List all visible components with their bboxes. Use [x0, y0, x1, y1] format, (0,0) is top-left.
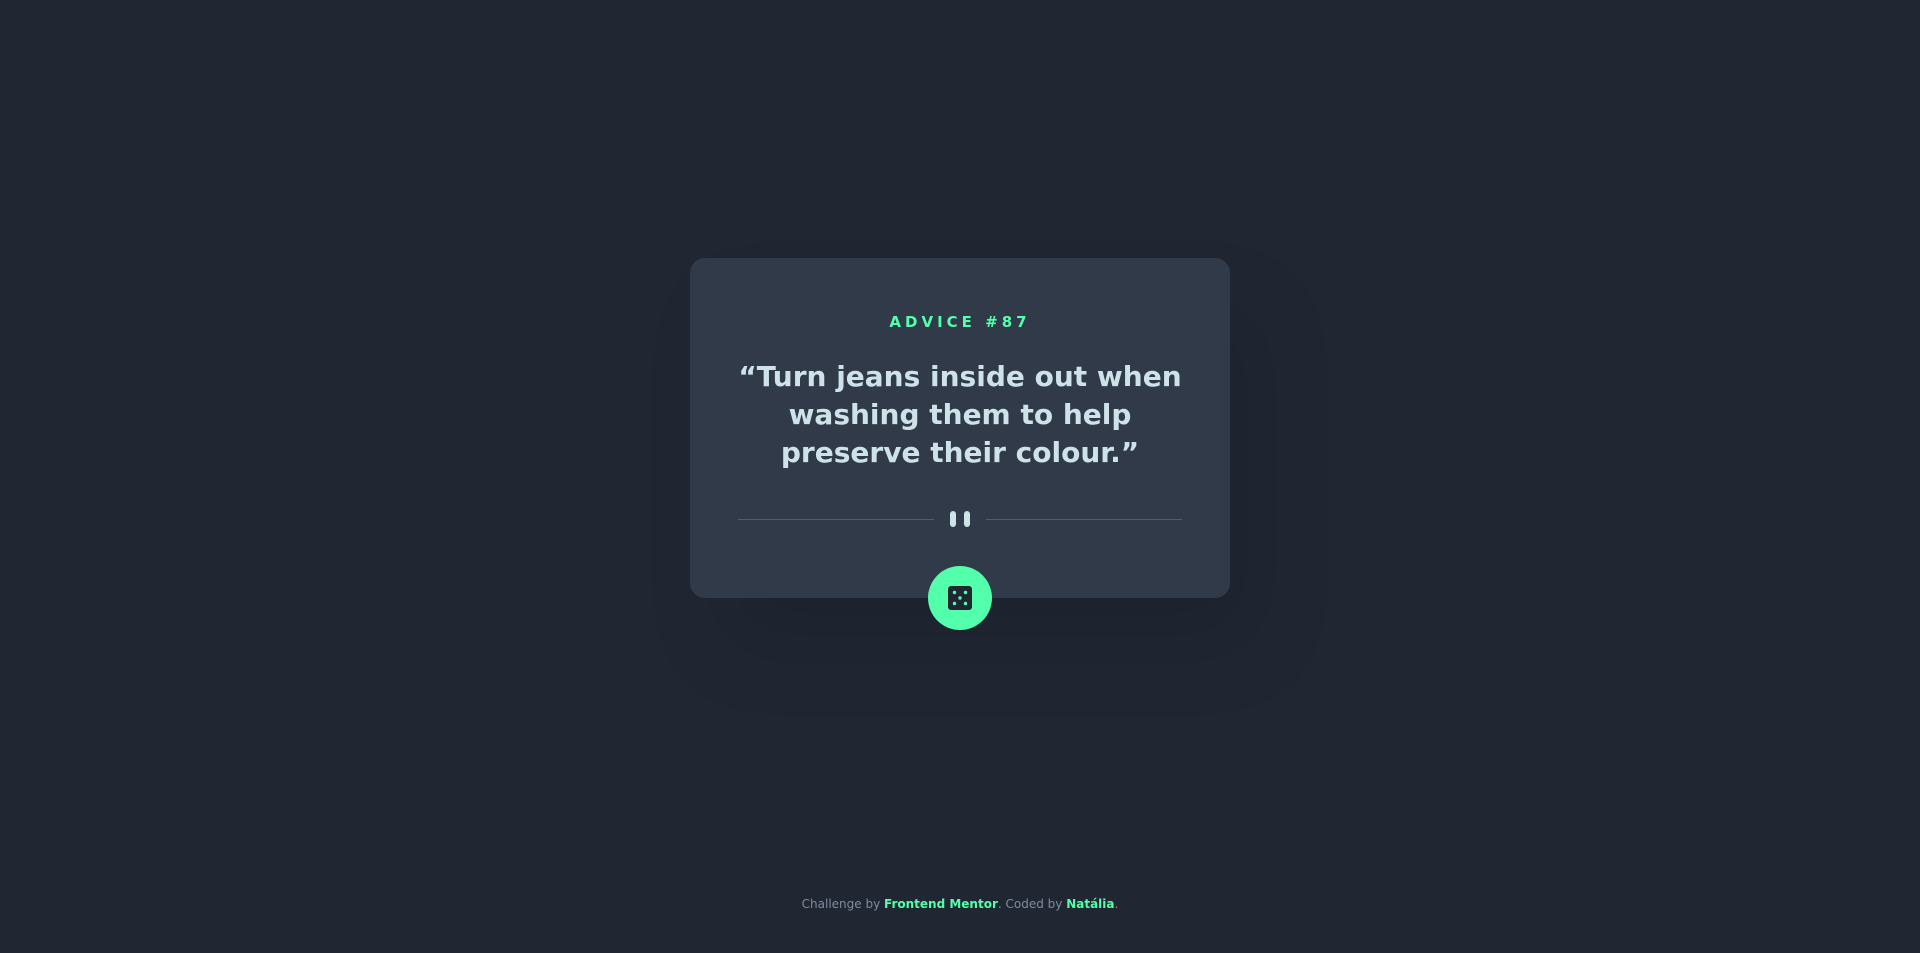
advice-label: ADVICE #87	[889, 313, 1031, 331]
footer-middle: . Coded by	[997, 897, 1063, 911]
generate-advice-button[interactable]	[928, 566, 992, 630]
attribution-footer: Challenge by Frontend Mentor. Coded by N…	[0, 897, 1920, 911]
footer-suffix: .	[1114, 897, 1119, 911]
footer-prefix: Challenge by	[801, 897, 881, 911]
advice-quote: “Turn jeans inside out when washing them…	[738, 360, 1182, 469]
divider-line-left	[738, 519, 934, 520]
page: ADVICE #87 “Turn jeans inside out when w…	[0, 0, 1920, 953]
author-link[interactable]: Natália	[1066, 897, 1114, 911]
advice-card: ADVICE #87 “Turn jeans inside out when w…	[690, 258, 1230, 630]
pause-icon	[950, 511, 970, 527]
dice-icon	[948, 586, 972, 610]
divider-line-right	[986, 519, 1182, 520]
frontend-mentor-link[interactable]: Frontend Mentor	[884, 897, 998, 911]
divider	[738, 511, 1182, 527]
